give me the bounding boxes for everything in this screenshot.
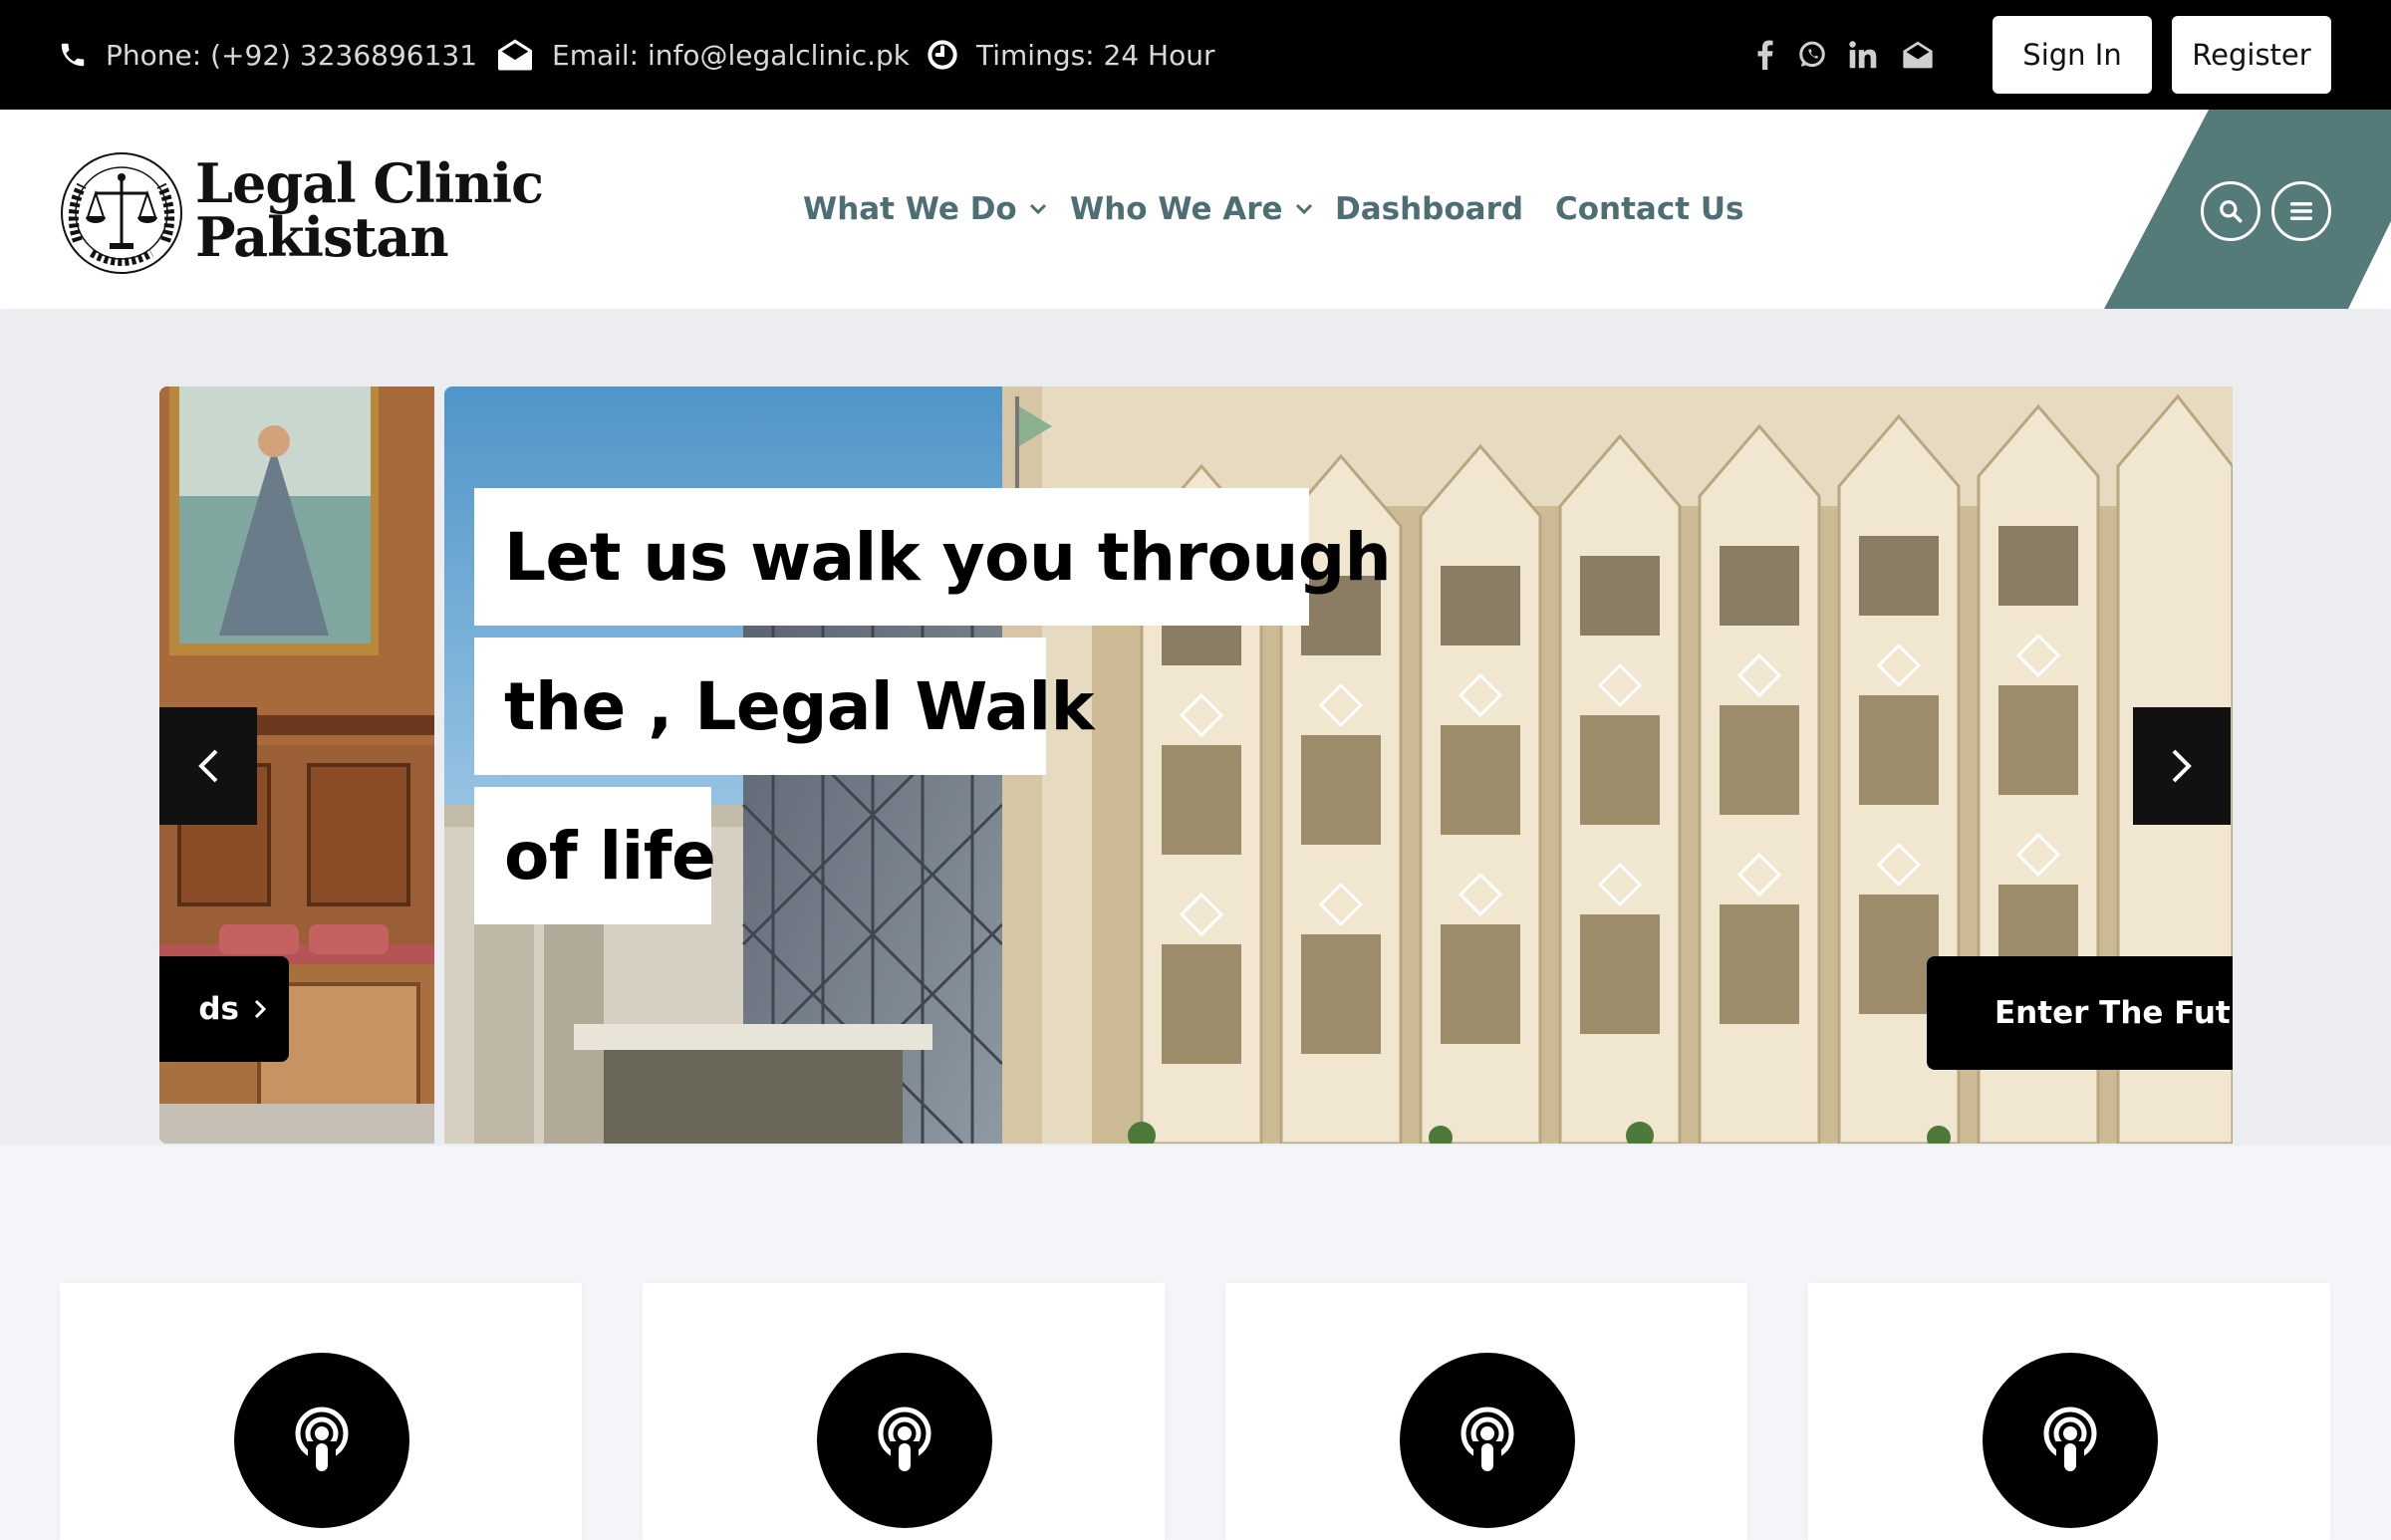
nav-who-we-are[interactable]: Who We Are (1070, 110, 1313, 309)
linkedin-link[interactable] (1841, 0, 1885, 110)
chevron-left-icon (198, 749, 218, 783)
hero-headline-line-2: the , Legal Walk (474, 638, 1095, 775)
phone-contact[interactable]: Phone: (+92) 3236896131 (58, 0, 477, 110)
phone-text: Phone: (+92) 3236896131 (106, 38, 478, 72)
hero-headline-line-1: Let us walk you through (474, 488, 1392, 626)
feature-card (1808, 1283, 2330, 1540)
chevron-down-icon (1029, 203, 1046, 215)
main-header: Legal Clinic Pakistan What We Do Who We … (0, 110, 2391, 309)
nav-contact-us[interactable]: Contact Us (1555, 110, 1743, 309)
feature-card (60, 1283, 582, 1540)
envelope-open-icon (498, 39, 532, 71)
menu-icon (2290, 202, 2312, 220)
linkedin-icon (1849, 41, 1877, 69)
slider-prev-button[interactable] (159, 707, 257, 825)
whatsapp-link[interactable] (1790, 0, 1834, 110)
nav-label: Who We Are (1070, 191, 1283, 227)
feature-card (1225, 1283, 1747, 1540)
clock-icon (928, 40, 957, 70)
nav-dashboard[interactable]: Dashboard (1335, 110, 1523, 309)
chevron-right-icon (254, 999, 267, 1019)
nav-label: Contact Us (1555, 191, 1744, 227)
feature-icon-circle (234, 1353, 409, 1528)
previous-slide-cta-label: ds (198, 991, 239, 1027)
chevron-right-icon (2172, 749, 2192, 783)
scales-of-justice-emblem (61, 152, 182, 274)
search-button[interactable] (2201, 181, 2260, 241)
facebook-icon (1757, 40, 1773, 70)
previous-slide-cta-button[interactable]: ds (159, 956, 289, 1062)
site-logo[interactable]: Legal Clinic Pakistan (58, 149, 544, 279)
podcast-icon (295, 1407, 349, 1475)
logo-title-line2: Pakistan (195, 205, 449, 269)
podcast-icon (1461, 1407, 1514, 1475)
timings-info: Timings: 24 Hour (927, 0, 1215, 110)
top-bar: Phone: (+92) 3236896131 Email: info@lega… (0, 0, 2391, 110)
enter-the-future-button[interactable]: Enter The Future (1927, 956, 2233, 1070)
nav-label: Dashboard (1335, 191, 1524, 227)
email-text: Email: info@legalclinic.pk (552, 38, 911, 72)
chevron-down-icon (1295, 203, 1312, 215)
mail-icon (1903, 41, 1933, 69)
feature-icon-circle (1983, 1353, 2158, 1528)
nav-what-we-do[interactable]: What We Do (803, 110, 1047, 309)
podcast-icon (878, 1407, 931, 1475)
feature-icon-circle (817, 1353, 992, 1528)
register-button[interactable]: Register (2172, 16, 2331, 94)
sign-in-button[interactable]: Sign In (1992, 16, 2152, 94)
whatsapp-icon (1799, 41, 1825, 68)
nav-label: What We Do (803, 191, 1017, 227)
phone-icon (61, 43, 85, 67)
enter-the-future-label: Enter The Future (1994, 995, 2233, 1031)
timings-text: Timings: 24 Hour (976, 38, 1215, 72)
facebook-link[interactable] (1743, 0, 1787, 110)
email-contact[interactable]: Email: info@legalclinic.pk (496, 0, 910, 110)
podcast-icon (2043, 1407, 2097, 1475)
slider-next-button[interactable] (2133, 707, 2231, 825)
mail-link[interactable] (1896, 0, 1940, 110)
hero-headline-line-3: of life (474, 787, 716, 924)
menu-button[interactable] (2271, 181, 2331, 241)
feature-card (643, 1283, 1165, 1540)
feature-icon-circle (1400, 1353, 1575, 1528)
search-icon (2220, 200, 2243, 223)
